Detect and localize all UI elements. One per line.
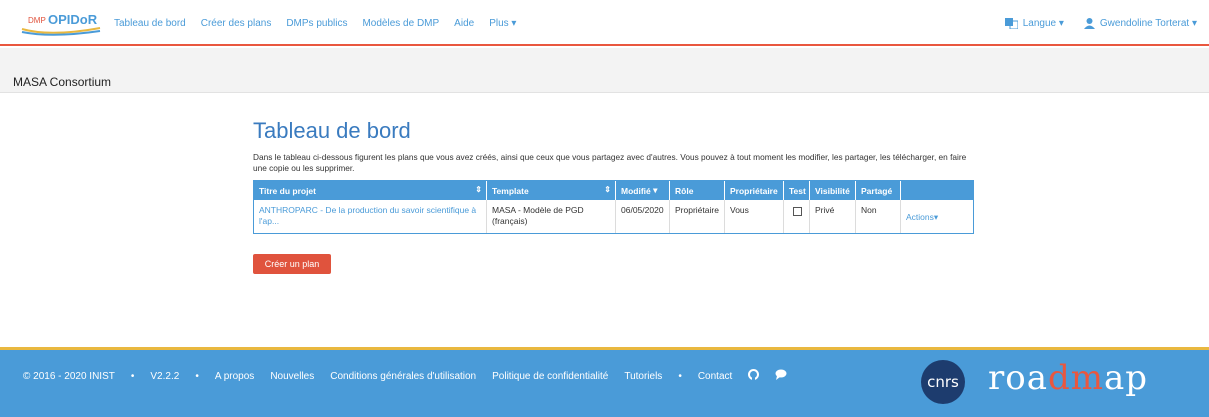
owner-cell: Vous [725, 200, 784, 233]
language-dropdown[interactable]: Langue ▾ [1004, 17, 1064, 29]
organisation-name: MASA Consortium [13, 75, 112, 89]
separator: • [678, 370, 682, 382]
actions-dropdown[interactable]: Actions▾ [901, 200, 973, 233]
header-project-title[interactable]: Titre du projet ⇕ [254, 181, 487, 200]
test-checkbox[interactable] [793, 207, 802, 216]
footer-tutorials-link[interactable]: Tutoriels [624, 371, 662, 382]
header-visibility: Visibilité [810, 181, 856, 200]
footer-contact-link[interactable]: Contact [698, 371, 732, 382]
nav-public-dmps[interactable]: DMPs publics [286, 18, 347, 29]
nav-create-plans[interactable]: Créer des plans [201, 18, 272, 29]
version: V2.2.2 [150, 370, 180, 382]
language-icon [1004, 17, 1018, 29]
separator: • [130, 370, 135, 382]
user-icon [1083, 17, 1095, 29]
project-title-link[interactable]: ANTHROPARC - De la production du savoir … [254, 200, 487, 233]
template-cell: MASA - Modèle de PGD (français) [487, 200, 616, 233]
header-shared: Partagé [856, 181, 901, 200]
page-title: Tableau de bord [253, 118, 411, 143]
plans-table: Titre du projet ⇕ Template ⇕ Modifié ▾ Rôl… [253, 180, 974, 234]
main-nav: Tableau de bord Créer des plans DMPs pub… [114, 0, 531, 46]
modified-cell: 06/05/2020 [616, 200, 670, 233]
table-row: ANTHROPARC - De la production du savoir … [254, 200, 973, 233]
svg-text:OPIDoR: OPIDoR [48, 12, 98, 27]
separator: • [195, 370, 199, 382]
copyright: © 2016 - 2020 INIST [23, 370, 115, 382]
cnrs-logo[interactable]: cnrs [921, 360, 965, 404]
test-cell [784, 200, 810, 233]
header-actions [901, 181, 973, 200]
role-cell: Propriétaire [670, 200, 725, 233]
intro-text: Dans le tableau ci-dessous figurent les … [253, 152, 967, 173]
nav-dmp-templates[interactable]: Modèles de DMP [362, 18, 439, 29]
dmp-opidor-logo[interactable]: DMP OPIDoR [20, 11, 104, 37]
footer-about-link[interactable]: A propos [215, 371, 254, 382]
shared-cell: Non [856, 200, 901, 233]
nav-help[interactable]: Aide [454, 18, 474, 29]
roadmap-logo[interactable]: roadmap [988, 358, 1148, 398]
header-test: Test [784, 181, 810, 200]
language-label: Langue ▾ [1022, 17, 1064, 29]
sort-icon: ⇕ [604, 185, 611, 194]
table-header: Titre du projet ⇕ Template ⇕ Modifié ▾ Rôl… [254, 181, 973, 200]
header-role: Rôle [670, 181, 725, 200]
header-owner: Propriétaire [725, 181, 784, 200]
visibility-cell: Privé [810, 200, 856, 233]
user-name: Gwendoline Torterat ▾ [1099, 17, 1197, 29]
github-icon[interactable] [748, 369, 760, 383]
nav-dashboard[interactable]: Tableau de bord [114, 18, 186, 29]
footer-links: © 2016 - 2020 INIST • V2.2.2 • A propos … [23, 369, 804, 383]
nav-more-dropdown[interactable]: Plus ▾ [489, 18, 516, 29]
footer: © 2016 - 2020 INIST • V2.2.2 • A propos … [0, 347, 1209, 417]
chat-icon[interactable] [775, 369, 788, 383]
nav-right: Langue ▾ Gwendoline Torterat ▾ [985, 0, 1197, 46]
footer-privacy-link[interactable]: Politique de confidentialité [492, 371, 608, 382]
header-template[interactable]: Template ⇕ [487, 181, 616, 200]
footer-news-link[interactable]: Nouvelles [270, 371, 314, 382]
top-navbar: DMP OPIDoR Tableau de bord Créer des pla… [0, 0, 1209, 46]
user-dropdown[interactable]: Gwendoline Torterat ▾ [1083, 17, 1197, 29]
svg-text:DMP: DMP [28, 16, 46, 25]
footer-terms-link[interactable]: Conditions générales d'utilisation [330, 371, 476, 382]
organisation-bar: MASA Consortium [0, 48, 1209, 93]
create-plan-button[interactable]: Créer un plan [253, 254, 331, 274]
dashboard-main: Tableau de bord Dans le tableau ci-desso… [253, 118, 974, 274]
sort-icon: ⇕ [475, 185, 482, 194]
header-modified[interactable]: Modifié ▾ [616, 181, 670, 200]
